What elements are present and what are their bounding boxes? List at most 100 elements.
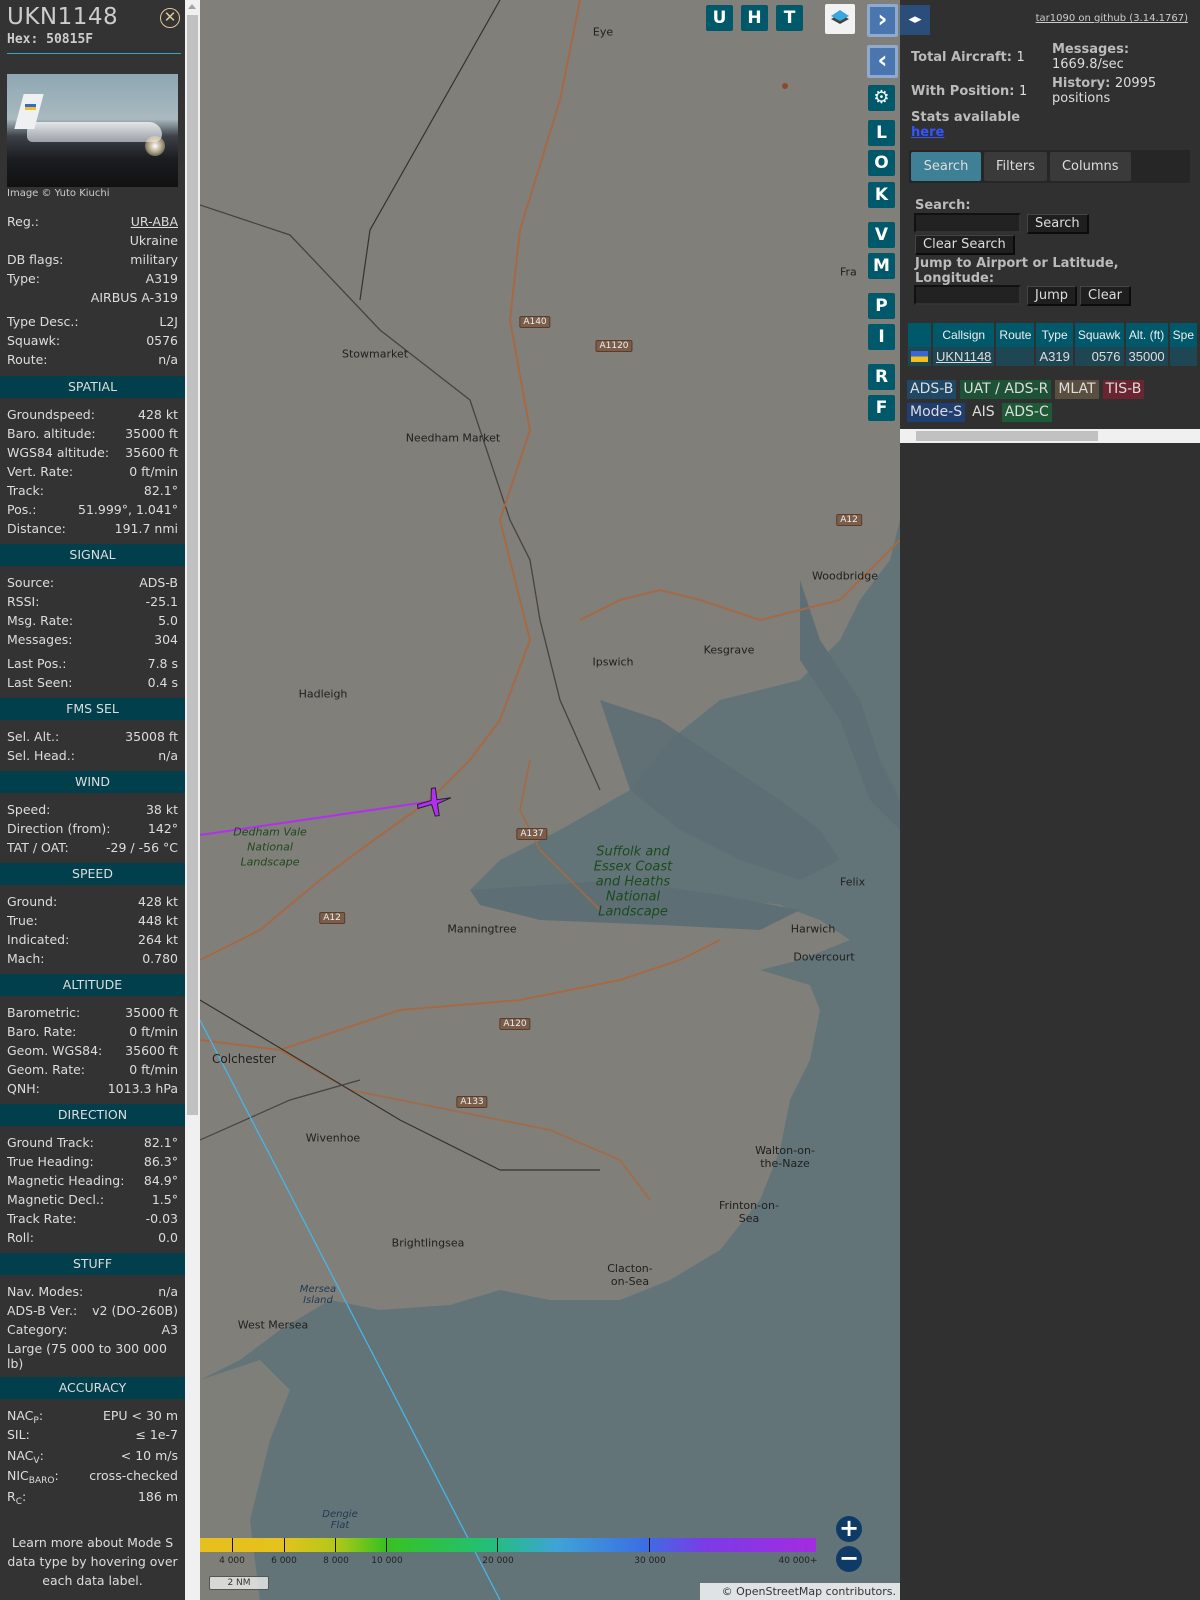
jump-input[interactable] (914, 285, 1021, 305)
github-link[interactable]: tar1090 on github (3.14.1767) (1036, 13, 1188, 24)
toggle-h-button[interactable]: H (741, 5, 768, 31)
info-value: 0 ft/min (129, 1062, 178, 1077)
table-scrollbar[interactable] (900, 429, 1200, 443)
section-header: SIGNAL (0, 544, 185, 566)
toggle-t-button[interactable]: T (776, 5, 803, 31)
toggle-l-button[interactable]: L (868, 120, 895, 146)
info-value: 0.780 (142, 951, 178, 966)
map-label-town: Wivenhoe (305, 1131, 361, 1145)
value: 20995 (1114, 76, 1157, 91)
search-input[interactable] (914, 213, 1021, 233)
info-label: True Heading: (7, 1154, 94, 1169)
tab-search[interactable]: Search (911, 152, 981, 181)
section-signal: SIGNAL Source: ADS-B RSSI: -25.1 Msg. Rate: 5.… (0, 544, 185, 698)
layers-button[interactable] (825, 4, 855, 34)
info-row: True: 448 kt (7, 911, 178, 930)
info-label: Pos.: (7, 502, 37, 517)
toggle-f-button[interactable]: F (868, 395, 895, 421)
info-row: Geom. WGS84: 35600 ft (7, 1041, 178, 1060)
info-row: True Heading: 86.3° (7, 1152, 178, 1171)
info-value: 304 (154, 632, 178, 647)
info-label: Direction (from): (7, 821, 111, 836)
row-callsign[interactable]: UKN1148 (933, 347, 995, 366)
map[interactable]: Eye Stowmarket Needham Market Hadleigh I… (200, 0, 900, 1600)
registration-link[interactable]: UR-ABA (131, 212, 178, 231)
label: Total Aircraft: (911, 50, 1012, 65)
info-row: Mach: 0.780 (7, 949, 178, 968)
zoom-in-button[interactable]: + (836, 1516, 862, 1542)
info-label: Msg. Rate: (7, 613, 74, 628)
map-label-town: Hadleigh (298, 687, 348, 701)
toggle-p-button[interactable]: P (868, 293, 895, 319)
toggle-m-button[interactable]: M (868, 253, 895, 279)
clear-button[interactable]: Clear (1080, 286, 1131, 306)
section-header: SPEED (0, 863, 185, 885)
tab-columns[interactable]: Columns (1049, 152, 1131, 181)
info-label: Barometric: (7, 1005, 81, 1020)
section-header: ALTITUDE (0, 974, 185, 996)
jump-button[interactable]: Jump (1027, 286, 1077, 306)
col-route[interactable]: Route (996, 323, 1035, 347)
collapse-sidebar-button[interactable]: ‹ (867, 45, 898, 78)
search-button[interactable]: Search (1027, 214, 1089, 234)
close-icon[interactable]: ✕ (160, 8, 180, 28)
info-value: EPU < 30 m (102, 1408, 178, 1423)
map-label-park: Dedham Vale National Landscape (233, 825, 307, 869)
info-row: TAT / OAT: -29 / -56 °C (7, 838, 178, 857)
map-label-town: Woodbridge (812, 569, 878, 583)
section-altitude: ALTITUDE Barometric: 35000 ft Baro. Rate: 0 … (0, 974, 185, 1104)
info-label: NICBARO: (7, 1468, 59, 1486)
info-label: Last Seen: (7, 675, 73, 690)
info-row: WGS84 altitude: 35600 ft (7, 443, 178, 462)
flag-icon (908, 347, 931, 366)
tab-filters[interactable]: Filters (984, 152, 1047, 181)
total-aircraft: Total Aircraft: 1 (911, 50, 1025, 65)
osm-link[interactable]: OpenStreetMap (736, 1585, 822, 1598)
info-value: < 10 m/s (120, 1447, 178, 1463)
col-type[interactable]: Type (1036, 323, 1073, 347)
info-row: NICBARO: cross-checked (7, 1466, 178, 1487)
info-row: Ground Track: 82.1° (7, 1133, 178, 1152)
col-squawk[interactable]: Squawk (1074, 323, 1124, 347)
section-stuff: STUFF Nav. Modes: n/a ADS-B Ver.: v2 (DO-260… (0, 1253, 185, 1377)
toggle-sidebar-button[interactable]: ◂▸ (900, 5, 930, 35)
info-row: Distance: 191.7 nmi (7, 519, 178, 538)
label-text: NIC (7, 1468, 29, 1483)
aircraft-photo[interactable] (7, 74, 178, 187)
expand-sidebar-button[interactable]: › (867, 4, 898, 37)
value: 1669.8/sec (1052, 57, 1124, 72)
zoom-out-button[interactable]: − (836, 1546, 862, 1572)
settings-button[interactable]: ⚙ (868, 85, 895, 111)
col-callsign[interactable]: Callsign (933, 323, 995, 347)
info-value: 1013.3 hPa (107, 1081, 178, 1096)
toggle-o-button[interactable]: O (868, 150, 895, 176)
label: Type: (7, 271, 40, 286)
col-speed[interactable]: Spe (1169, 323, 1198, 347)
toggle-u-button[interactable]: U (706, 5, 733, 31)
map-label-town: Manningtree (447, 922, 517, 936)
info-row: RC: 186 m (7, 1487, 178, 1508)
info-value: 428 kt (138, 407, 178, 422)
toggle-i-button[interactable]: I (868, 324, 895, 350)
label-sub: V (33, 1455, 40, 1466)
clear-search-button[interactable]: Clear Search (915, 235, 1015, 255)
colorbar-label: 4 000 (219, 1556, 245, 1566)
info-row: Nav. Modes: n/a (7, 1282, 178, 1301)
row-altitude: 35000 (1125, 347, 1168, 366)
col-flag[interactable] (908, 323, 931, 347)
stats-link[interactable]: here (911, 125, 944, 140)
toggle-r-button[interactable]: R (868, 364, 895, 390)
info-row: Msg. Rate: 5.0 (7, 611, 178, 630)
toggle-k-button[interactable]: K (868, 182, 895, 208)
divider (7, 53, 181, 54)
toggle-v-button[interactable]: V (868, 222, 895, 248)
section-direction: DIRECTION Ground Track: 82.1° True Heading:… (0, 1104, 185, 1253)
info-value: 7.8 s (147, 656, 178, 671)
col-altitude[interactable]: Alt. (ft) (1125, 323, 1168, 347)
info-label: True: (7, 913, 38, 928)
messages-stat: Messages: 1669.8/sec (1052, 42, 1129, 72)
map-label-water: Mersea Island (299, 1284, 337, 1306)
left-panel-scrollbar[interactable] (185, 0, 200, 1600)
table-row[interactable]: UKN1148 A319 0576 35000 (908, 347, 1198, 366)
info-label: RSSI: (7, 594, 40, 609)
